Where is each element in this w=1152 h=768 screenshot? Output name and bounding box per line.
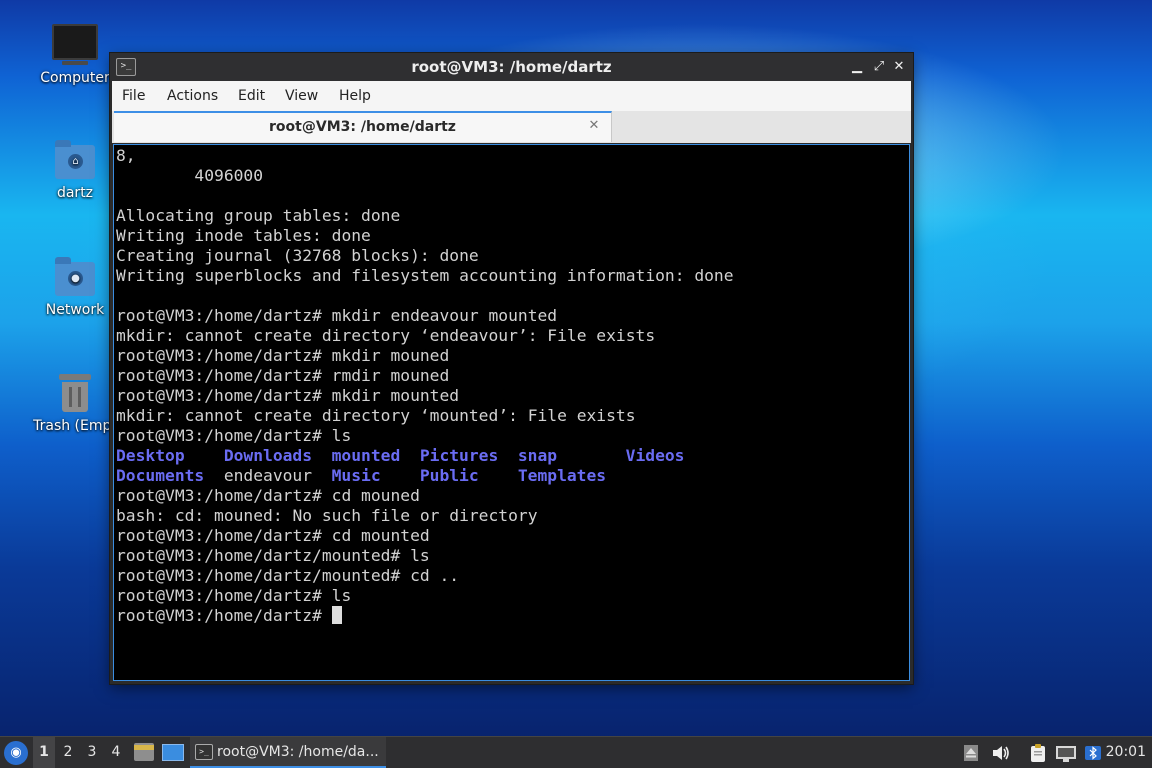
ls-output-row: Desktop Downloads mounted Pictures snap Video… xyxy=(116,446,734,466)
ls-output-row: Documents endeavour Music Public Templates xyxy=(116,466,734,486)
desktop: Computer ⌂ dartz ● Network Trash (Empt >… xyxy=(0,0,1152,768)
tab-close-icon[interactable]: ✕ xyxy=(587,119,601,133)
tab-title: root@VM3: /home/dartz xyxy=(269,119,456,135)
close-button[interactable]: ✕ xyxy=(890,58,908,76)
terminal-line: 4096000 xyxy=(116,166,264,185)
clock: 20:01 xyxy=(1105,744,1146,760)
ls-directory-entry: Documents xyxy=(116,466,205,485)
terminal-line: root@VM3:/home/dartz# rmdir mouned xyxy=(116,366,450,385)
terminal-prompt: root@VM3:/home/dartz# xyxy=(116,606,332,625)
menu-file[interactable]: File xyxy=(122,81,145,111)
terminal-line: mkdir: cannot create directory ‘mounted’… xyxy=(116,406,636,425)
tab-terminal[interactable]: root@VM3: /home/dartz ✕ xyxy=(114,111,612,142)
ls-file-entry: endeavour xyxy=(223,466,313,485)
ls-directory-entry: mounted xyxy=(331,446,401,465)
workspace-4[interactable]: 4 xyxy=(105,737,127,768)
start-menu-button[interactable]: ◉ xyxy=(4,741,28,765)
terminal-line: bash: cd: mouned: No such file or direct… xyxy=(116,506,538,525)
clipboard-icon[interactable] xyxy=(1028,743,1048,763)
ls-directory-entry: Videos xyxy=(625,446,685,465)
terminal-output[interactable]: 8, 4096000 Allocating group tables: done W… xyxy=(113,144,910,681)
terminal-line: root@VM3:/home/dartz# mkdir mouned xyxy=(116,346,450,365)
text-cursor xyxy=(331,606,342,624)
menu-actions[interactable]: Actions xyxy=(167,81,218,111)
terminal-line: root@VM3:/home/dartz/mounted# cd .. xyxy=(116,566,460,585)
ls-directory-entry: snap xyxy=(517,446,558,465)
terminal-icon: >_ xyxy=(195,744,213,760)
ls-directory-entry: Pictures xyxy=(419,446,499,465)
terminal-prompt-line[interactable]: root@VM3:/home/dartz# xyxy=(116,606,734,626)
terminal-line: Writing superblocks and filesystem accou… xyxy=(116,266,734,285)
menu-edit[interactable]: Edit xyxy=(238,81,265,111)
show-desktop-icon[interactable] xyxy=(162,744,184,761)
file-manager-icon[interactable] xyxy=(134,743,154,761)
terminal-text: 8, 4096000 Allocating group tables: done W… xyxy=(116,146,734,626)
window-title: root@VM3: /home/dartz xyxy=(411,58,612,76)
terminal-line: root@VM3:/home/dartz# ls xyxy=(116,426,352,445)
terminal-line: Allocating group tables: done xyxy=(116,206,401,225)
ls-directory-entry: Templates xyxy=(517,466,607,485)
taskbar-task-terminal[interactable]: >_ root@VM3: /home/da... xyxy=(190,737,386,768)
minimize-button[interactable]: ▁ xyxy=(848,58,866,76)
terminal-line: root@VM3:/home/dartz# cd mouned xyxy=(116,486,420,505)
terminal-line: root@VM3:/home/dartz# mkdir mounted xyxy=(116,386,460,405)
terminal-line: root@VM3:/home/dartz/mounted# ls xyxy=(116,546,430,565)
ls-directory-entry: Desktop xyxy=(116,446,185,465)
workspace-2[interactable]: 2 xyxy=(57,737,79,768)
window-titlebar[interactable]: >_ root@VM3: /home/dartz ▁ ⤢ ✕ xyxy=(110,53,913,81)
task-label: root@VM3: /home/da... xyxy=(217,744,379,760)
tab-bar: root@VM3: /home/dartz ✕ xyxy=(110,111,913,143)
menubar: File Actions Edit View Help xyxy=(110,81,913,111)
maximize-button[interactable]: ⤢ xyxy=(870,58,888,76)
menu-help[interactable]: Help xyxy=(339,81,371,111)
bluetooth-icon[interactable] xyxy=(1084,743,1102,763)
ls-directory-entry: Music xyxy=(331,466,381,485)
terminal-line: 8, xyxy=(116,146,136,165)
terminal-window[interactable]: >_ root@VM3: /home/dartz ▁ ⤢ ✕ File Acti… xyxy=(110,53,913,684)
terminal-line: root@VM3:/home/dartz# cd mounted xyxy=(116,526,430,545)
terminal-line: root@VM3:/home/dartz# ls xyxy=(116,586,352,605)
workspace-1[interactable]: 1 xyxy=(33,737,55,768)
terminal-line: Creating journal (32768 blocks): done xyxy=(116,246,479,265)
ls-directory-entry: Public xyxy=(419,466,479,485)
terminal-line: mkdir: cannot create directory ‘endeavou… xyxy=(116,326,656,345)
terminal-line: Writing inode tables: done xyxy=(116,226,371,245)
terminal-line: root@VM3:/home/dartz# mkdir endeavour mo… xyxy=(116,306,558,325)
menu-view[interactable]: View xyxy=(285,81,318,111)
volume-icon[interactable] xyxy=(991,743,1011,763)
workspace-3[interactable]: 3 xyxy=(81,737,103,768)
eject-icon[interactable] xyxy=(963,743,979,763)
network-icon[interactable] xyxy=(1055,743,1077,763)
ls-directory-entry: Downloads xyxy=(223,446,313,465)
taskbar: ◉ 1 2 3 4 >_ root@VM3: /home/da... 20:01 xyxy=(0,736,1152,768)
